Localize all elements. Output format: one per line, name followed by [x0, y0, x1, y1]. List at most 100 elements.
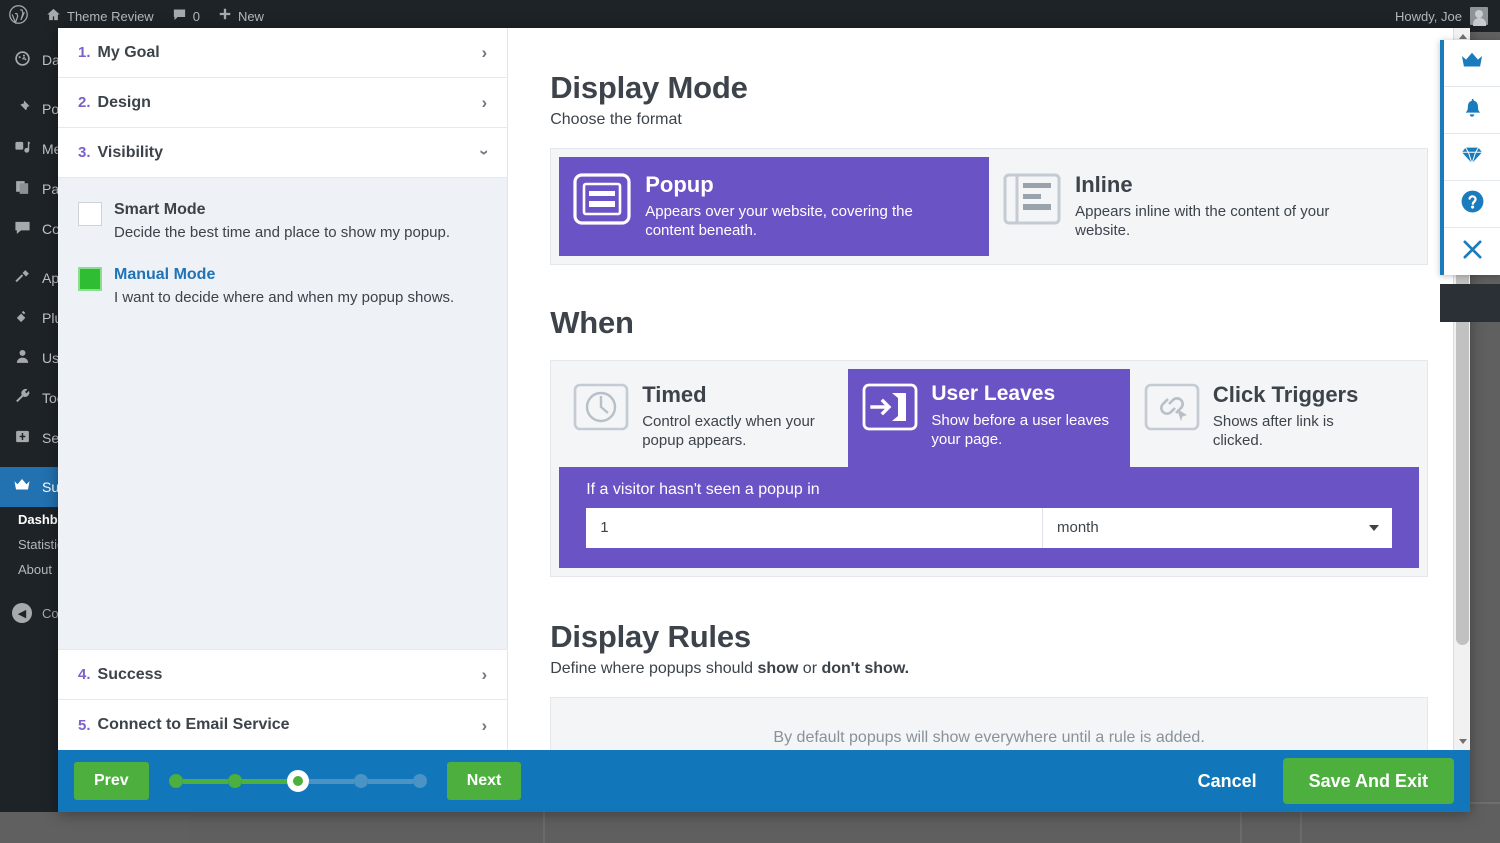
trigger-name: User Leaves [931, 382, 1056, 406]
step-visibility[interactable]: 3. Visibility › [58, 128, 508, 178]
popup-frequency-unit-select[interactable]: month [1043, 507, 1392, 548]
step-number: 5. [78, 716, 91, 734]
step-navigation: 1. My Goal › 2. Design › 3. Visibility › [58, 28, 509, 750]
chevron-right-icon: › [481, 43, 488, 62]
trigger-option-user-leaves[interactable]: User Leaves Show before a user leaves yo… [848, 369, 1130, 467]
media-icon [12, 139, 32, 160]
progress-bar-2-3 [241, 778, 287, 784]
progress-bar-3-4 [308, 778, 354, 784]
modal-body: 1. My Goal › 2. Design › 3. Visibility › [58, 28, 1470, 750]
progress-dot-5[interactable] [412, 774, 427, 788]
popup-frequency-amount-input[interactable] [586, 507, 1043, 548]
new-label: New [237, 8, 264, 24]
step-connect-email-service[interactable]: 5. Connect to Email Service › [58, 700, 508, 750]
option-name: Popup [645, 172, 714, 197]
trigger-name: Timed [642, 382, 707, 408]
manual-mode-title: Manual Mode [114, 265, 216, 283]
pages-icon [12, 179, 32, 200]
save-and-exit-button[interactable]: Save And Exit [1282, 758, 1454, 804]
inline-document-icon [1003, 173, 1061, 240]
step-my-goal[interactable]: 1. My Goal › [58, 28, 508, 78]
tools-icon [12, 388, 32, 409]
prev-button[interactable]: Prev [74, 762, 149, 800]
howdy-label: Howdy, Joe [1395, 8, 1462, 24]
wp-logo-button[interactable] [0, 0, 37, 32]
progress-dot-1[interactable] [168, 774, 183, 788]
dashboard-icon [12, 50, 32, 71]
scroll-down-button[interactable] [1454, 733, 1470, 750]
popup-window-icon [573, 173, 631, 240]
step-label: Success [97, 665, 163, 683]
clock-icon [573, 383, 629, 450]
comments-icon [12, 219, 32, 240]
step-design[interactable]: 2. Design › [58, 78, 508, 128]
main-scroll-area: Display Mode Choose the format Popup App… [508, 28, 1470, 750]
progress-dot-2[interactable] [227, 774, 242, 788]
trigger-option-click-triggers[interactable]: Click Triggers Shows after link is click… [1130, 369, 1419, 466]
trigger-name: Click Triggers [1212, 382, 1359, 408]
crown-icon [1459, 50, 1485, 77]
step-label: Design [97, 93, 151, 111]
exit-door-icon [862, 383, 918, 450]
avatar [1470, 7, 1488, 26]
screen: Theme Review 0 New Howdy, Joe Dashboard [0, 0, 1500, 843]
smart-mode-option[interactable]: Smart Mode Decide the best time and plac… [78, 200, 487, 243]
step-label: Connect to Email Service [97, 716, 290, 733]
trigger-option-timed[interactable]: Timed Control exactly when your popup ap… [559, 369, 848, 466]
manual-mode-checkbox[interactable] [78, 266, 102, 291]
step-number: 4. [78, 666, 91, 683]
home-icon [46, 7, 61, 26]
display-rules-heading: Display Rules [550, 618, 751, 654]
display-mode-subheading: Choose the format [550, 111, 682, 128]
rail-diamond-button[interactable] [1444, 134, 1500, 181]
diamond-icon [1460, 144, 1484, 171]
visibility-panel: Smart Mode Decide the best time and plac… [58, 178, 507, 649]
display-mode-option-inline[interactable]: Inline Appears inline with the content o… [989, 157, 1419, 256]
trigger-config-fields: month [586, 507, 1392, 548]
manual-mode-option[interactable]: Manual Mode I want to decide where and w… [78, 265, 487, 308]
trigger-row: Timed Control exactly when your popup ap… [559, 369, 1419, 467]
comment-count-label: 0 [192, 8, 200, 24]
trigger-config-panel: If a visitor hasn't seen a popup in mont… [559, 466, 1419, 568]
display-mode-options: Popup Appears over your website, coverin… [551, 149, 1427, 264]
plugins-icon [12, 308, 32, 329]
step-number: 2. [78, 94, 91, 111]
chevron-right-icon: › [481, 93, 488, 112]
popup-frequency-unit-wrapper: month [1043, 507, 1392, 548]
smart-mode-checkbox[interactable] [78, 202, 102, 226]
account-menu[interactable]: Howdy, Joe [1395, 7, 1500, 26]
rail-close-button[interactable] [1444, 228, 1500, 275]
rules-sub-prefix: Define where popups should [550, 659, 758, 677]
main-content: Display Mode Choose the format Popup App… [508, 28, 1470, 750]
progress-dot-4[interactable] [353, 774, 368, 788]
option-name: Inline [1075, 172, 1133, 197]
popup-builder-modal: 1. My Goal › 2. Design › 3. Visibility › [58, 28, 1470, 812]
rules-sub-dontshow: don't show. [821, 659, 910, 677]
wordpress-logo-icon [9, 4, 28, 28]
step-success[interactable]: 4. Success › [58, 650, 508, 700]
smart-mode-description: Decide the best time and place to show m… [114, 224, 451, 241]
rail-help-button[interactable] [1444, 181, 1500, 228]
display-mode-option-popup[interactable]: Popup Appears over your website, coverin… [559, 157, 990, 257]
close-x-icon [1461, 238, 1484, 266]
manual-mode-description: I want to decide where and when my popup… [114, 288, 455, 306]
settings-icon [12, 428, 32, 449]
progress-dot-3-current[interactable] [286, 770, 309, 792]
plus-icon [218, 7, 232, 25]
when-card: Timed Control exactly when your popup ap… [550, 360, 1428, 577]
display-mode-heading: Display Mode [550, 70, 748, 105]
cancel-button[interactable]: Cancel [1198, 771, 1257, 792]
display-rules-empty-state: By default popups will show everywhere u… [551, 698, 1427, 750]
floating-toolbar [1440, 40, 1500, 275]
display-mode-card: Popup Appears over your website, coverin… [550, 148, 1428, 266]
pin-icon [12, 99, 32, 120]
display-rules-subheading: Define where popups should show or don't… [550, 660, 1428, 678]
chevron-right-icon: › [481, 665, 488, 684]
rail-crown-button[interactable] [1444, 40, 1500, 87]
rail-bell-button[interactable] [1444, 87, 1500, 134]
question-circle-icon [1460, 189, 1485, 219]
next-button[interactable]: Next [446, 762, 522, 800]
rules-sub-show: show [757, 659, 799, 677]
trigger-description: Control exactly when your popup appears. [642, 412, 815, 450]
smart-mode-title: Smart Mode [114, 201, 206, 218]
